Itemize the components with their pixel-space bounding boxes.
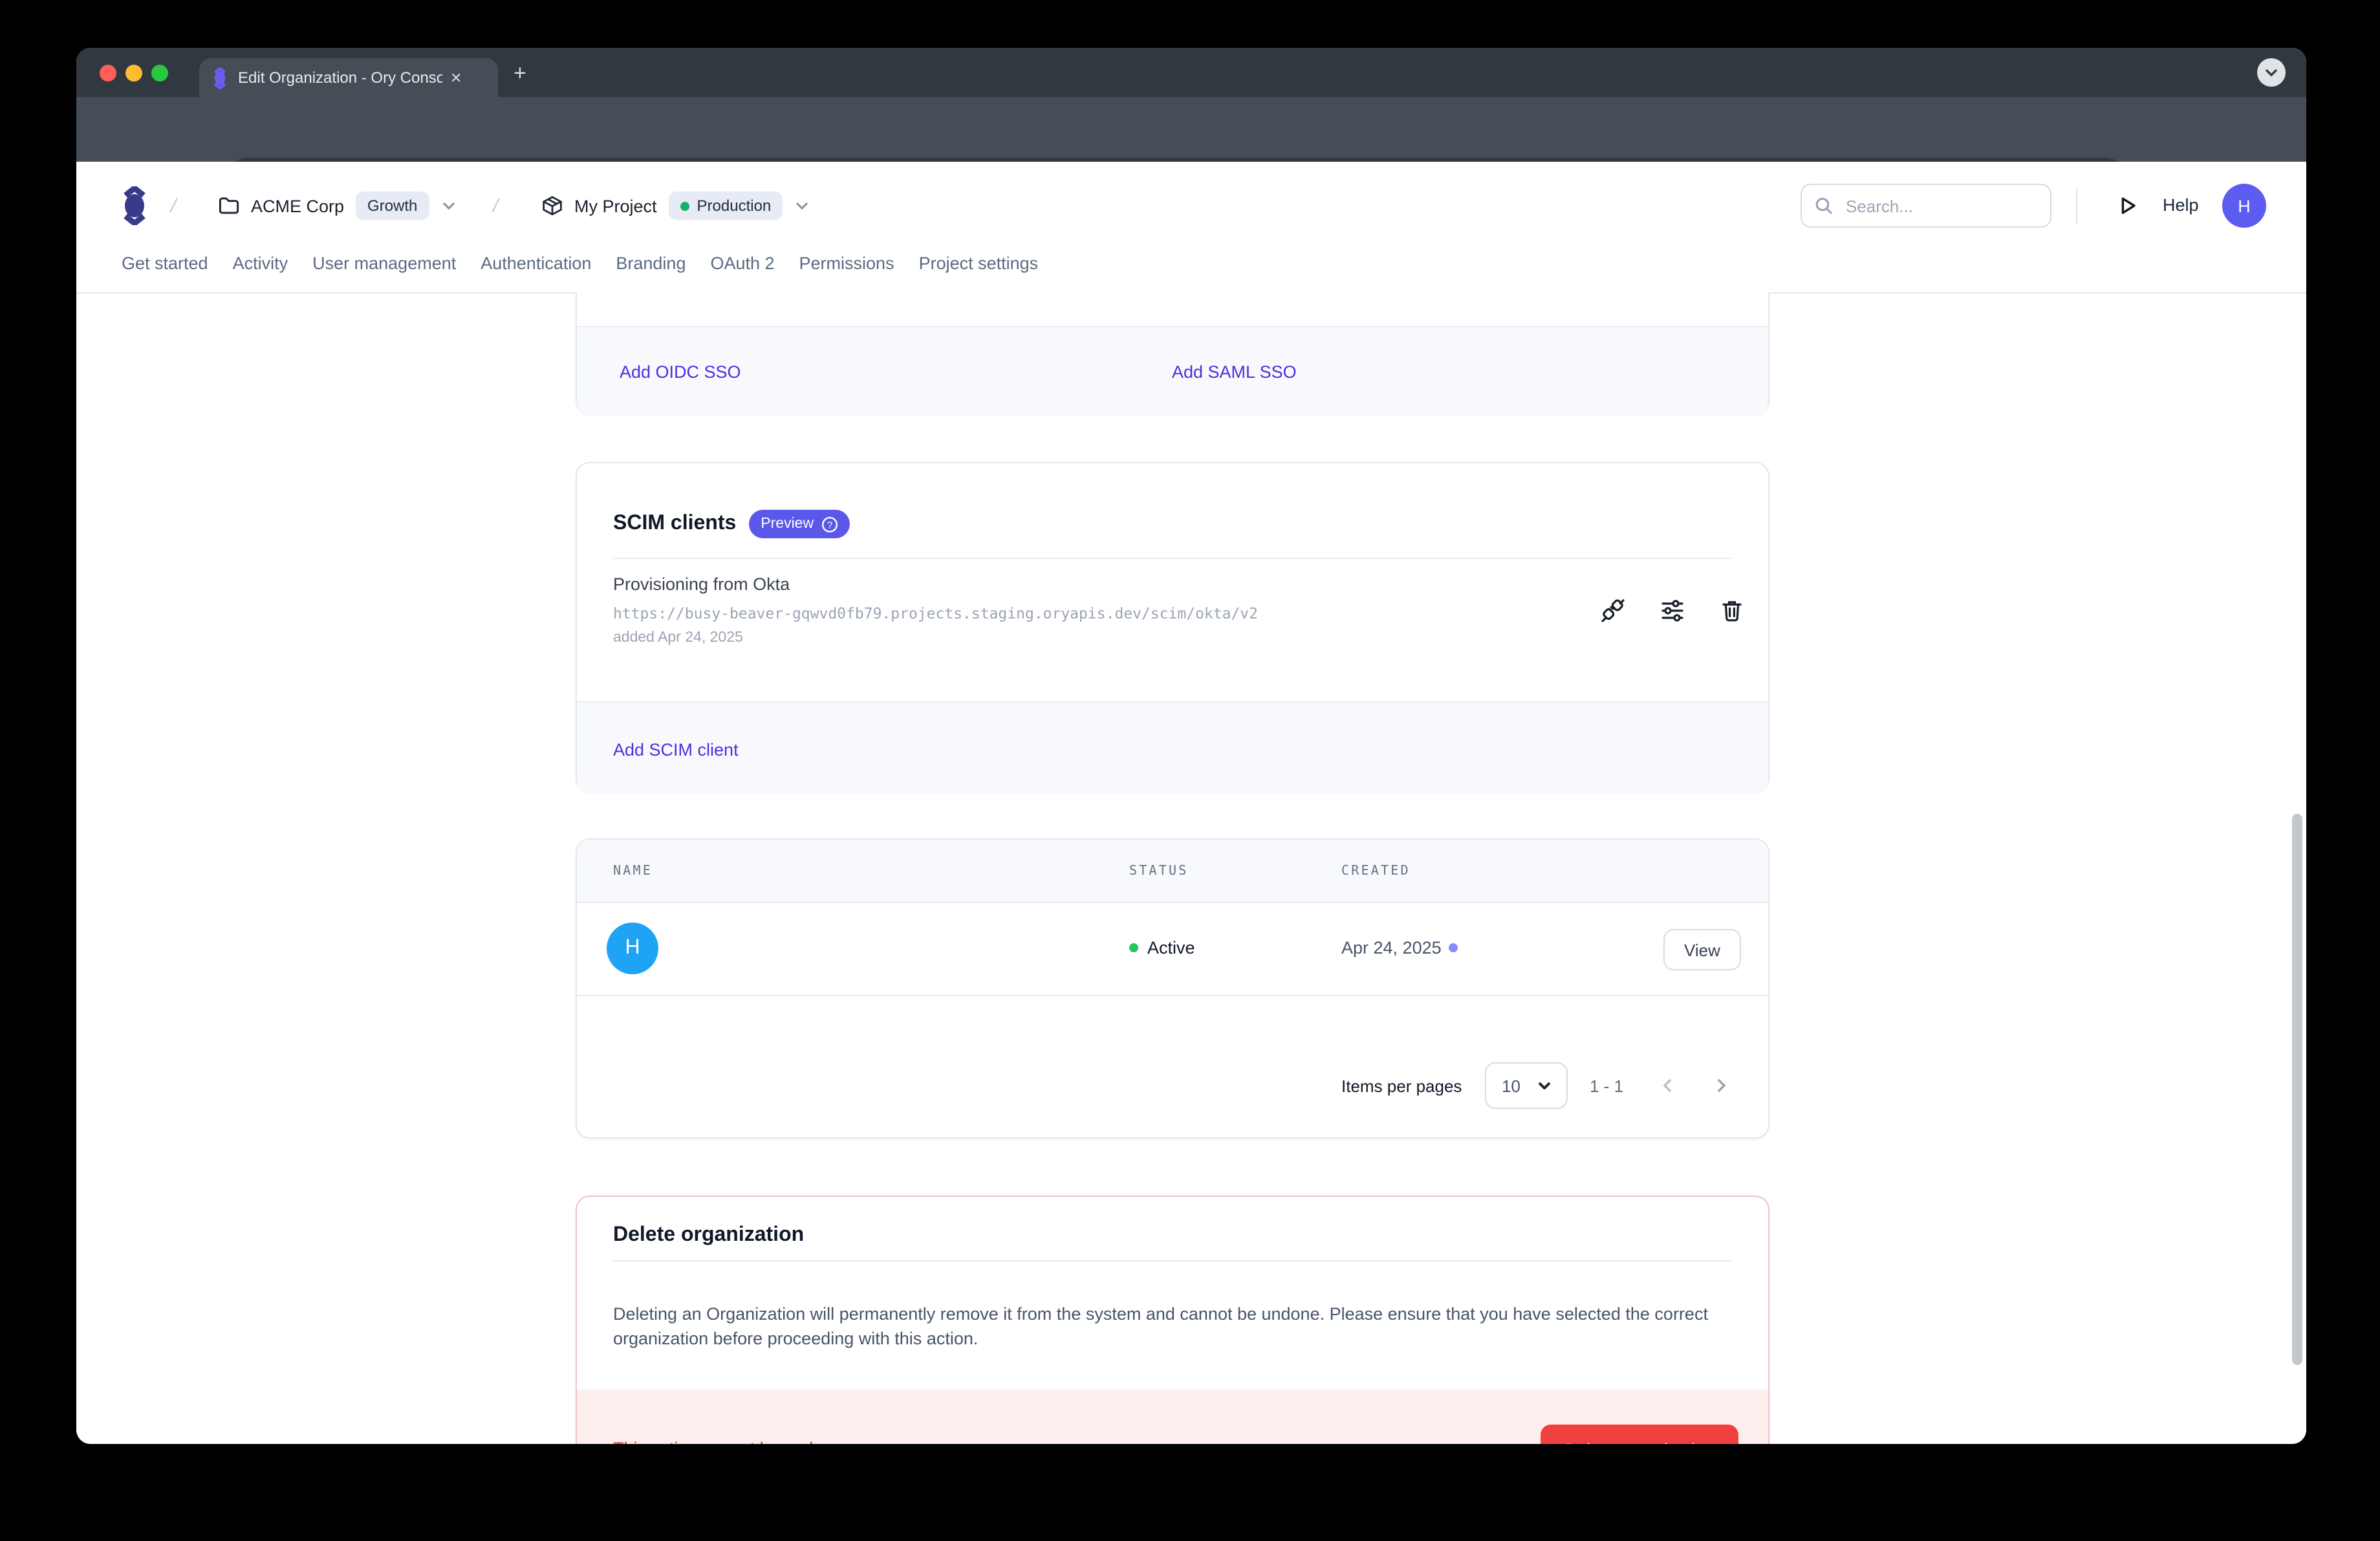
- scim-card-title: SCIM clients: [613, 512, 736, 536]
- plan-badge: Growth: [356, 191, 429, 220]
- nav-get-started[interactable]: Get started: [122, 254, 208, 273]
- global-search[interactable]: [1801, 184, 2051, 228]
- ory-logo-icon[interactable]: [120, 186, 149, 225]
- add-saml-sso-link[interactable]: Add SAML SSO: [1172, 362, 1297, 382]
- browser-window: Edit Organization - Ory Console ✕ + cons…: [76, 48, 2306, 1444]
- search-icon: [1815, 197, 1833, 215]
- items-per-page-label: Items per pages: [1341, 1077, 1462, 1096]
- trash-icon[interactable]: [1719, 598, 1745, 624]
- column-created: CREATED: [1341, 840, 1411, 902]
- run-play-icon[interactable]: [2117, 195, 2138, 216]
- nav-project-settings[interactable]: Project settings: [919, 254, 1039, 273]
- window-minimize-button[interactable]: [125, 64, 142, 81]
- workspace-name: ACME Corp: [251, 196, 344, 215]
- scim-card-divider: [613, 558, 1732, 559]
- table-header: NAME STATUS CREATED: [577, 840, 1768, 903]
- row-divider: [577, 995, 1768, 996]
- connection-plug-icon[interactable]: [1600, 598, 1626, 624]
- chevron-down-icon: [442, 202, 455, 210]
- nav-permissions[interactable]: Permissions: [799, 254, 894, 273]
- sso-card: Add OIDC SSO Add SAML SSO: [576, 292, 1769, 414]
- danger-card-title: Delete organization: [613, 1224, 804, 1247]
- project-name: My Project: [574, 196, 657, 215]
- created-cell: Apr 24, 2025: [1341, 938, 1442, 957]
- nav-branding[interactable]: Branding: [616, 254, 686, 273]
- view-button[interactable]: View: [1663, 929, 1741, 970]
- nav-oauth2[interactable]: OAuth 2: [710, 254, 774, 273]
- column-name: NAME: [613, 840, 653, 902]
- breadcrumb-workspace[interactable]: ACME Corp Growth: [219, 180, 455, 232]
- chevron-down-icon: [2265, 69, 2278, 76]
- scrollbar-thumb[interactable]: [2292, 814, 2302, 1365]
- status-active-dot: [1129, 943, 1138, 952]
- header-divider: [2076, 188, 2077, 224]
- scim-client-name: Provisioning from Okta: [613, 574, 790, 594]
- breadcrumb-project[interactable]: My Project Production: [542, 180, 808, 232]
- settings-sliders-icon[interactable]: [1660, 598, 1685, 624]
- organizations-table-card: NAME STATUS CREATED H Active Apr 24, 202…: [576, 838, 1769, 1139]
- folder-icon: [219, 197, 239, 215]
- next-page-icon[interactable]: [1711, 1077, 1729, 1095]
- help-circle-icon[interactable]: ?: [821, 516, 838, 532]
- created-indicator-dot: [1449, 943, 1458, 952]
- page-range: 1 - 1: [1590, 1077, 1623, 1096]
- production-dot: [680, 201, 689, 210]
- nav-activity[interactable]: Activity: [233, 254, 288, 273]
- search-input[interactable]: [1843, 195, 2029, 217]
- add-scim-client-link[interactable]: Add SCIM client: [613, 740, 739, 760]
- screen: Edit Organization - Ory Console ✕ + cons…: [0, 0, 2380, 1541]
- chevron-down-icon: [795, 202, 808, 210]
- status-badge: Active: [1147, 938, 1195, 957]
- tab-close-icon[interactable]: ✕: [450, 69, 462, 86]
- browser-toolbar: console.staging.ory.dev/projects/d087b7a…: [76, 97, 2306, 162]
- project-nav: Get started Activity User management Aut…: [122, 234, 1038, 292]
- breadcrumb-slash: /: [490, 195, 501, 217]
- danger-warning-text: This action cannot be undone.: [613, 1439, 847, 1444]
- delete-organization-button[interactable]: Delete organization: [1541, 1425, 1738, 1444]
- scim-card-footer: Add SCIM client: [577, 701, 1768, 794]
- nav-user-management[interactable]: User management: [312, 254, 456, 273]
- package-icon: [542, 195, 563, 216]
- column-status: STATUS: [1129, 840, 1188, 902]
- sso-card-footer: Add OIDC SSO Add SAML SSO: [577, 326, 1768, 415]
- add-oidc-sso-link[interactable]: Add OIDC SSO: [620, 362, 741, 382]
- preview-badge: Preview ?: [749, 510, 850, 538]
- new-tab-button[interactable]: +: [514, 61, 526, 87]
- ory-favicon-icon: [212, 67, 228, 89]
- scim-client-url: https://busy-beaver-gqwvd0fb79.projects.…: [613, 604, 1258, 622]
- page-size-select[interactable]: 10: [1485, 1062, 1568, 1109]
- scim-clients-card: SCIM clients Preview ? Provisioning from…: [576, 462, 1769, 792]
- window-close-button[interactable]: [99, 64, 116, 81]
- breadcrumb-slash: /: [168, 195, 178, 217]
- row-avatar: H: [607, 923, 658, 974]
- danger-card-divider: [613, 1260, 1732, 1262]
- browser-tab[interactable]: Edit Organization - Ory Console ✕: [199, 58, 498, 97]
- tab-title: Edit Organization - Ory Console: [238, 69, 442, 87]
- environment-badge: Production: [669, 191, 783, 220]
- svg-text:?: ?: [827, 519, 832, 530]
- danger-description: Deleting an Organization will permanentl…: [613, 1302, 1733, 1351]
- help-link[interactable]: Help: [2163, 195, 2199, 215]
- chevron-down-icon: [1538, 1082, 1551, 1089]
- tab-strip: Edit Organization - Ory Console ✕ +: [76, 48, 2306, 97]
- delete-organization-card: Delete organization Deleting an Organiza…: [576, 1196, 1769, 1444]
- tab-search-button[interactable]: [2257, 58, 2286, 87]
- nav-authentication[interactable]: Authentication: [481, 254, 591, 273]
- danger-card-footer: This action cannot be undone. Delete org…: [577, 1390, 1768, 1444]
- scim-client-added: added Apr 24, 2025: [613, 630, 743, 646]
- user-avatar[interactable]: H: [2222, 184, 2266, 228]
- previous-page-icon[interactable]: [1660, 1077, 1678, 1095]
- window-zoom-button[interactable]: [151, 64, 168, 81]
